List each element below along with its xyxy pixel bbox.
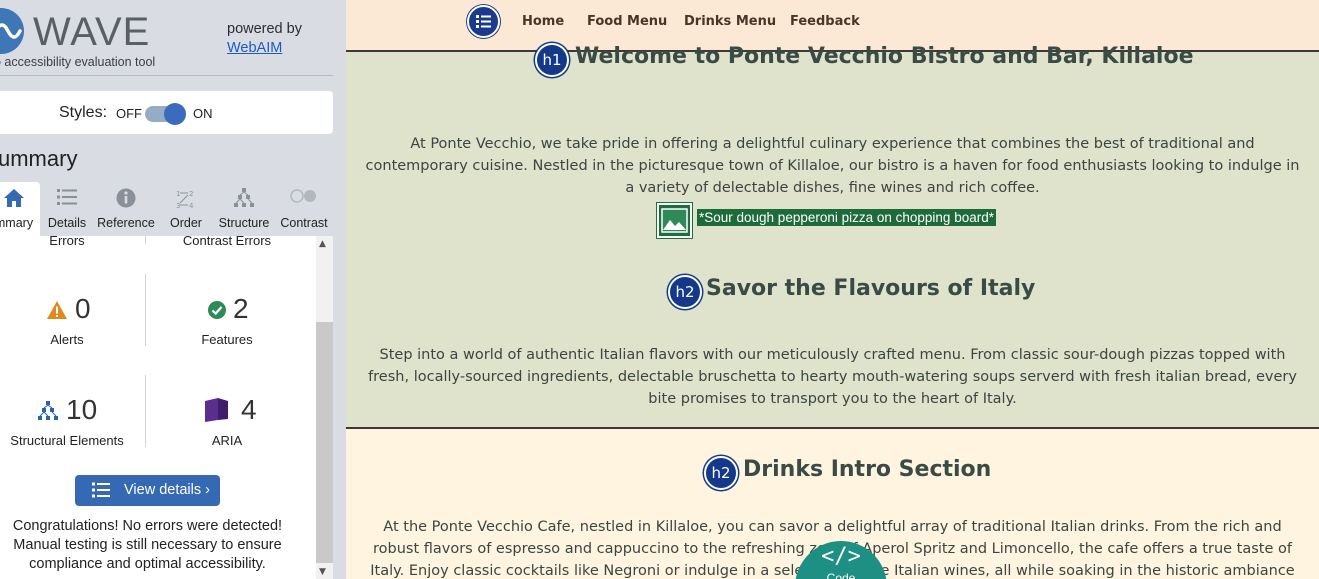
image-icon — [657, 203, 692, 238]
code-button[interactable]: </> Code — [795, 541, 887, 579]
aria-icon — [204, 397, 230, 427]
intro-paragraph: At Ponte Vecchio, we take pride in offer… — [365, 136, 1300, 196]
image-alt-text: *Sour dough pepperoni pizza on chopping … — [697, 209, 996, 226]
h1-badge-icon: h1 — [535, 43, 569, 77]
aria-count: 4 — [241, 394, 257, 425]
food-heading: Savor the Flavours of Italy — [706, 276, 1036, 301]
tab-label: Contrast — [280, 216, 328, 230]
svg-text:4: 4 — [189, 202, 194, 210]
page-title: Welcome to Ponte Vecchio Bistro and Bar,… — [575, 44, 1194, 69]
tab-order[interactable]: 1 2 3 4 Order — [164, 182, 208, 236]
code-label: Code — [826, 571, 856, 579]
order-icon: 1 2 3 4 — [175, 188, 197, 214]
tab-reference[interactable]: Reference — [95, 182, 157, 236]
scroll-down-icon[interactable]: ▼ — [319, 567, 326, 577]
info-icon — [116, 188, 136, 212]
tab-contrast[interactable]: Contrast — [278, 182, 330, 236]
drinks-heading: Drinks Intro Section — [743, 457, 992, 482]
structure-icon — [37, 401, 59, 425]
tab-label: Structure — [218, 216, 270, 230]
wave-tabs: mmary Details Reference 1 2 3 4 Order Struc… — [0, 182, 333, 236]
h2-badge-icon: h2 — [668, 275, 702, 309]
alerts-label: Alerts — [50, 332, 84, 347]
tab-label: Reference — [97, 216, 155, 230]
food-paragraph: Step into a world of authentic Italian f… — [368, 347, 1297, 407]
structure-icon — [233, 188, 255, 212]
list-icon — [92, 482, 110, 502]
webaim-link[interactable]: WebAIM — [227, 40, 282, 56]
structural-label: Structural Elements — [10, 433, 124, 448]
code-icon: </> — [821, 544, 861, 569]
nav-link-drinks-menu[interactable]: Drinks Menu — [684, 14, 776, 29]
styles-off-label: OFF — [116, 106, 142, 121]
tab-label: Details — [47, 216, 87, 230]
features-label: Features — [201, 332, 253, 347]
contrast-icon — [290, 188, 318, 207]
styles-label: Styles: — [59, 104, 108, 121]
tab-summary[interactable]: mmary — [0, 182, 40, 236]
tab-structure[interactable]: Structure — [214, 182, 274, 236]
styles-toggle-panel: Styles: OFF ON — [0, 91, 333, 134]
divider — [145, 236, 146, 244]
divider — [145, 274, 146, 346]
styles-toggle[interactable] — [145, 103, 186, 125]
tab-label: Order — [170, 216, 202, 230]
wave-logo-subtitle: o accessibility evaluation tool — [0, 55, 156, 69]
toggle-knob — [164, 103, 186, 125]
congrats-message: Congratulations! No errors were detected… — [12, 518, 283, 572]
nav-link-feedback[interactable]: Feedback — [790, 14, 860, 29]
structural-count: 10 — [66, 394, 98, 425]
powered-by-label: powered by — [227, 21, 302, 37]
summary-heading: ummary — [0, 146, 78, 171]
alerts-count: 0 — [75, 293, 91, 324]
svg-text:2: 2 — [189, 190, 193, 198]
nav-link-food-menu[interactable]: Food Menu — [587, 14, 667, 29]
feature-check-icon — [208, 301, 226, 323]
wave-sidebar: WAVE o accessibility evaluation tool pow… — [0, 0, 346, 579]
divider — [145, 375, 146, 447]
scroll-thumb[interactable] — [316, 322, 333, 563]
tab-label: mmary — [0, 216, 34, 230]
scroll-up-icon[interactable]: ▲ — [319, 239, 326, 249]
home-icon — [3, 188, 25, 212]
styles-on-label: ON — [193, 106, 213, 121]
page-content: Home Food Menu Drinks Menu Feedback Welc… — [346, 0, 1319, 579]
svg-text:3: 3 — [176, 202, 180, 210]
svg-text:1: 1 — [176, 190, 180, 198]
divider — [0, 75, 333, 76]
view-details-button[interactable]: View details › — [75, 475, 220, 506]
errors-label: Errors — [49, 236, 85, 248]
h2-badge-icon: h2 — [704, 456, 738, 490]
wave-logo-text: WAVE — [33, 10, 151, 54]
view-details-label: View details › — [124, 482, 210, 498]
alert-icon — [47, 301, 67, 323]
panel-scrollbar[interactable]: ▲ ▼ — [316, 236, 333, 579]
nav-link-home[interactable]: Home — [522, 14, 564, 29]
aria-label: ARIA — [211, 433, 243, 448]
list-icon[interactable] — [467, 5, 500, 38]
wave-logo-icon — [0, 8, 24, 54]
list-icon — [57, 188, 77, 210]
contrast-errors-label: Contrast Errors — [182, 236, 272, 248]
features-count: 2 — [233, 293, 249, 324]
tab-details[interactable]: Details — [43, 182, 91, 236]
